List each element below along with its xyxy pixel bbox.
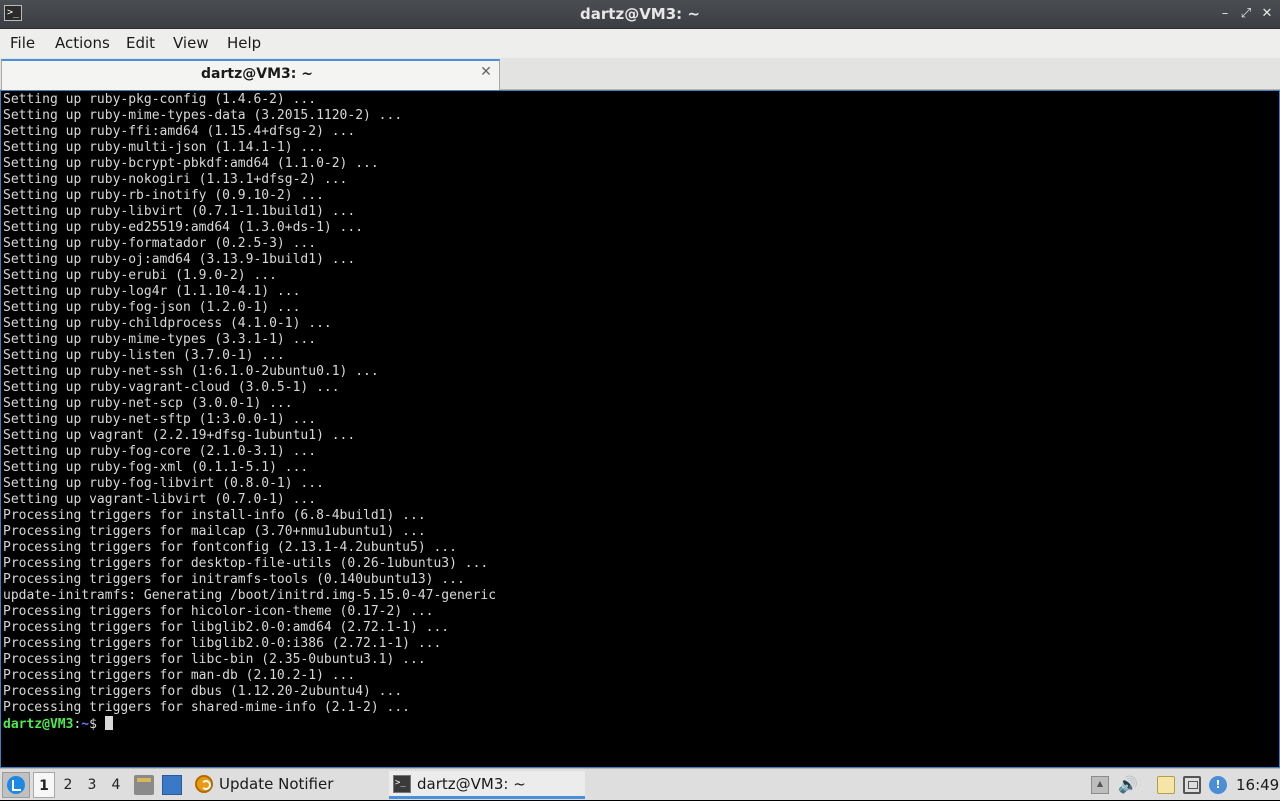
terminal-line: Processing triggers for shared-mime-info… [3,700,410,715]
terminal-line: Setting up ruby-bcrypt-pbkdf:amd64 (1.1.… [3,156,379,171]
network-icon[interactable] [1183,776,1201,794]
terminal-line: Setting up ruby-erubi (1.9.0-2) ... [3,268,277,283]
terminal-line: Setting up ruby-multi-json (1.14.1-1) ..… [3,140,324,155]
tab-close-icon[interactable]: ✕ [479,65,493,79]
terminal-line: Processing triggers for dbus (1.12.20-2u… [3,684,403,699]
terminal-output[interactable]: Setting up ruby-pkg-config (1.4.6-2) ...… [0,90,1280,768]
task-terminal[interactable]: >_ dartz@VM3: ~ [389,771,585,799]
terminal-line: update-initramfs: Generating /boot/initr… [3,588,497,603]
terminal-line: Processing triggers for libglib2.0-0:i38… [3,636,442,651]
clipboard-icon[interactable] [1157,776,1175,794]
start-menu-button[interactable] [2,772,30,798]
update-notifier-icon [195,775,213,793]
prompt-symbol: $ [89,717,97,732]
terminal-icon: >_ [393,775,411,793]
terminal-line: Setting up ruby-oj:amd64 (3.13.9-1build1… [3,252,356,267]
terminal-line: Setting up ruby-fog-json (1.2.0-1) ... [3,300,301,315]
terminal-line: Setting up ruby-libvirt (0.7.1-1.1build1… [3,204,356,219]
taskbar: 1 2 3 4 Update Notifier >_ dartz@VM3: ~ … [0,768,1280,800]
terminal-line: Setting up ruby-fog-core (2.1.0-3.1) ... [3,444,317,459]
terminal-line: Processing triggers for desktop-file-uti… [3,556,489,571]
desktop-switch-2[interactable]: 2 [57,772,79,798]
terminal-line: Setting up ruby-ffi:amd64 (1.15.4+dfsg-2… [3,124,356,139]
terminal-line: Setting up vagrant (2.2.19+dfsg-1ubuntu1… [3,428,356,443]
title-bar[interactable]: >_ dartz@VM3: ~ – ⤢ ✕ [0,0,1280,29]
terminal-line: Setting up ruby-fog-libvirt (0.8.0-1) ..… [3,476,324,491]
terminal-line: Processing triggers for man-db (2.10.2-1… [3,668,356,683]
terminal-line: Processing triggers for mailcap (3.70+nm… [3,524,426,539]
menu-help[interactable]: Help [227,29,261,58]
terminal-line: Setting up ruby-log4r (1.1.10-4.1) ... [3,284,301,299]
terminal-prompt[interactable]: dartz@VM3:~$ [3,716,496,732]
terminal-line: Processing triggers for fontconfig (2.13… [3,540,457,555]
prompt-path: ~ [81,717,90,732]
desktop-switch-4[interactable]: 4 [105,772,127,798]
terminal-line: Setting up ruby-mime-types-data (3.2015.… [3,108,403,123]
terminal-line: Processing triggers for hicolor-icon-the… [3,604,434,619]
terminal-line: Setting up ruby-nokogiri (1.13.1+dfsg-2)… [3,172,348,187]
clock[interactable]: 16:49 [1236,769,1279,801]
terminal-line: Setting up ruby-net-ssh (1:6.1.0-2ubuntu… [3,364,379,379]
terminal-line: Setting up vagrant-libvirt (0.7.0-1) ... [3,492,317,507]
terminal-line: Setting up ruby-listen (3.7.0-1) ... [3,348,285,363]
lubuntu-logo-icon [7,776,25,794]
menu-bar: File Actions Edit View Help [0,29,1280,58]
terminal-window: >_ dartz@VM3: ~ – ⤢ ✕ File Actions Edit … [0,0,1280,768]
tab-bar: dartz@VM3: ~ ✕ [0,58,1280,90]
menu-view[interactable]: View [173,29,209,58]
volume-icon[interactable]: 🔊 [1118,776,1138,794]
terminal-line: Setting up ruby-rb-inotify (0.9.10-2) ..… [3,188,324,203]
tab-terminal[interactable]: dartz@VM3: ~ ✕ [1,59,500,90]
menu-actions[interactable]: Actions [55,29,110,58]
terminal-line: Setting up ruby-childprocess (4.1.0-1) .… [3,316,332,331]
file-manager-icon[interactable] [134,775,154,795]
terminal-line: Setting up ruby-pkg-config (1.4.6-2) ... [3,92,317,107]
task-label-update-notifier: Update Notifier [219,775,334,793]
maximize-button[interactable]: ⤢ [1238,6,1254,22]
terminal-line: Setting up ruby-fog-xml (0.1.1-5.1) ... [3,460,309,475]
terminal-line: Setting up ruby-net-scp (3.0.0-1) ... [3,396,293,411]
text-cursor [104,716,113,730]
terminal-line: Processing triggers for initramfs-tools … [3,572,465,587]
terminal-line: Setting up ruby-ed25519:amd64 (1.3.0+ds-… [3,220,364,235]
notification-icon[interactable]: ! [1209,776,1227,794]
terminal-line: Setting up ruby-mime-types (3.3.1-1) ... [3,332,317,347]
task-label-terminal: dartz@VM3: ~ [417,775,526,793]
prompt-user-host: dartz@VM3 [3,717,74,732]
terminal-line: Processing triggers for install-info (6.… [3,508,426,523]
menu-edit[interactable]: Edit [126,29,155,58]
window-title: dartz@VM3: ~ [580,5,700,23]
minimize-button[interactable]: – [1217,6,1233,22]
tray-expand-icon[interactable]: ▲ [1091,776,1109,794]
terminal-lines: Setting up ruby-pkg-config (1.4.6-2) ...… [3,92,496,732]
terminal-line: Processing triggers for libc-bin (2.35-0… [3,652,426,667]
show-desktop-icon[interactable] [162,775,182,795]
menu-file[interactable]: File [10,29,35,58]
terminal-line: Setting up ruby-net-sftp (1:3.0.0-1) ... [3,412,317,427]
tab-label: dartz@VM3: ~ [201,66,313,82]
close-button[interactable]: ✕ [1259,6,1275,22]
terminal-line: Setting up ruby-vagrant-cloud (3.0.5-1) … [3,380,340,395]
desktop-switch-3[interactable]: 3 [81,772,103,798]
desktop-switch-1[interactable]: 1 [33,772,55,798]
terminal-line: Setting up ruby-formatador (0.2.5-3) ... [3,236,317,251]
terminal-line: Processing triggers for libglib2.0-0:amd… [3,620,450,635]
task-update-notifier[interactable]: Update Notifier [191,771,381,799]
